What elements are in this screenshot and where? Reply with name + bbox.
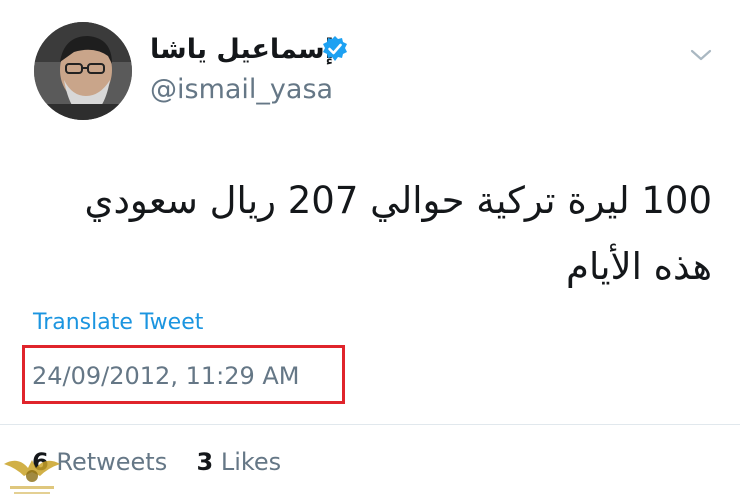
- divider: [0, 424, 740, 425]
- watermark-logo: [4, 460, 60, 494]
- retweets-label[interactable]: Retweets: [56, 448, 167, 476]
- avatar[interactable]: [34, 22, 132, 120]
- likes-label[interactable]: Likes: [221, 448, 281, 476]
- author-display-name[interactable]: إسماعيل ياشا: [150, 30, 334, 70]
- likes-count[interactable]: 3: [196, 448, 213, 476]
- verified-badge-icon: [323, 36, 347, 61]
- chevron-down-icon[interactable]: [688, 45, 714, 65]
- tweet-text: 100 ليرة تركية حوالي 207 ريال سعودي هذه …: [84, 179, 713, 288]
- author-handle[interactable]: @ismail_yasa: [150, 73, 333, 107]
- tweet-timestamp[interactable]: 24/09/2012, 11:29 AM: [32, 360, 300, 392]
- translate-tweet-link[interactable]: Translate Tweet: [33, 308, 203, 338]
- tweet-stats: 6 Retweets 3 Likes: [32, 446, 281, 478]
